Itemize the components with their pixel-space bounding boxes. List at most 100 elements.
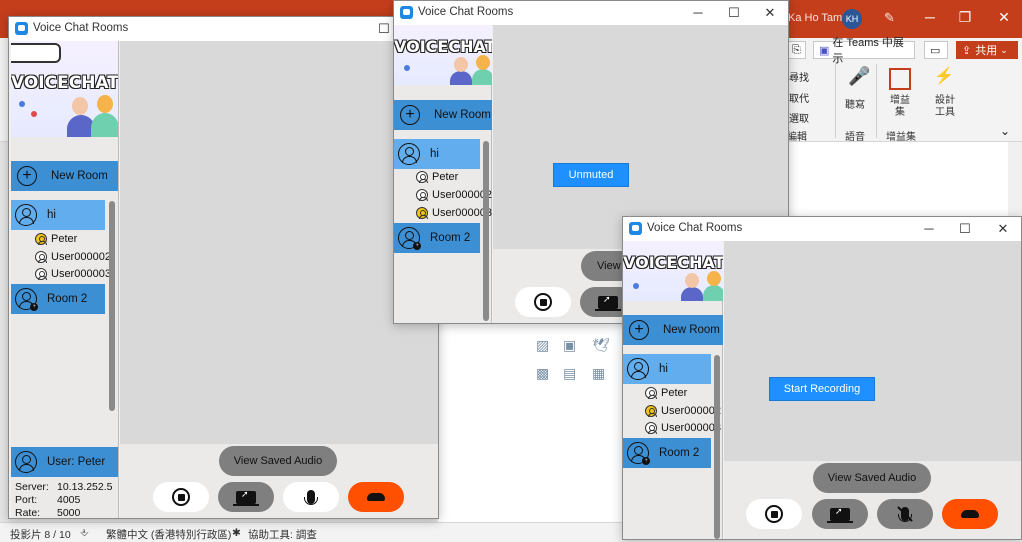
comments-button[interactable]: ▭ xyxy=(924,41,948,59)
status-accessibility[interactable]: 協助工具: 調查 xyxy=(248,527,317,542)
microphone-button[interactable] xyxy=(283,482,339,512)
window-titlebar[interactable]: Voice Chat Rooms ─ ☐ ✕ xyxy=(394,1,788,25)
room-item-room-2[interactable]: + Room 2 xyxy=(623,438,711,468)
window-titlebar[interactable]: Voice Chat Rooms ─ ☐ ✕ xyxy=(623,217,1021,241)
member-name: User000002 xyxy=(661,405,721,417)
decor-dot xyxy=(633,283,639,289)
close-icon[interactable]: ✕ xyxy=(994,9,1014,26)
person-head xyxy=(72,97,88,115)
person-graphic xyxy=(450,71,472,85)
status-language[interactable]: 繁體中文 (香港特別行政區) xyxy=(106,527,231,542)
addins-label[interactable]: 增益集 xyxy=(890,95,910,119)
sidebar: VOICECHAT + New Room hi Peter User000002… xyxy=(394,25,492,323)
app-icon xyxy=(629,222,642,235)
window-titlebar[interactable]: Voice Chat Rooms ☐ xyxy=(9,17,438,41)
pen-icon[interactable]: ✎ xyxy=(884,10,895,26)
plus-circle-icon: + xyxy=(629,320,649,340)
replace-button[interactable]: 取代 xyxy=(789,90,809,105)
new-room-label: New Room xyxy=(51,170,108,182)
decor-dot xyxy=(31,111,37,117)
room-name: Room 2 xyxy=(430,232,471,244)
avatar[interactable]: KH xyxy=(842,9,862,29)
start-recording-button[interactable]: Start Recording xyxy=(769,377,875,401)
select-button[interactable]: 選取 xyxy=(789,110,809,125)
view-saved-audio-button[interactable]: View Saved Audio xyxy=(219,446,337,476)
microphone-muted-button[interactable] xyxy=(877,499,933,529)
minimize-icon[interactable]: ─ xyxy=(919,221,939,236)
view-saved-audio-button[interactable]: View Saved Audio xyxy=(813,463,931,493)
room-item-hi[interactable]: hi xyxy=(394,139,480,169)
microphone-icon xyxy=(304,490,318,505)
dictate-icon[interactable]: 🎤 xyxy=(848,66,870,87)
member-item: User000003 xyxy=(416,207,492,219)
room-item-room-2[interactable]: + Room 2 xyxy=(394,223,480,253)
member-item: User000003 xyxy=(35,268,111,280)
room-list-scrollbar[interactable] xyxy=(109,201,115,411)
user-icon xyxy=(645,387,657,399)
share-button[interactable]: ⇪ 共用 ⌄ xyxy=(956,41,1018,59)
member-item: User000002 xyxy=(35,251,111,263)
restore-icon[interactable]: ❐ xyxy=(955,9,975,26)
rate-value: 5000 xyxy=(57,507,81,519)
dictate-label[interactable]: 聽寫 xyxy=(845,96,865,111)
person-head xyxy=(454,57,468,72)
current-user-badge: User: Peter xyxy=(11,447,118,477)
minimize-icon[interactable]: ─ xyxy=(688,5,708,20)
speaking-user-icon xyxy=(35,233,47,245)
voicechat-logo: VOICECHAT xyxy=(623,241,723,301)
hang-up-button[interactable] xyxy=(348,482,404,512)
stop-record-button[interactable] xyxy=(746,499,802,529)
room-item-hi[interactable]: hi xyxy=(623,354,711,384)
unmuted-button[interactable]: Unmuted xyxy=(553,163,629,187)
video-icon[interactable]: ▤ xyxy=(563,365,576,382)
room-item-room-2[interactable]: + Room 2 xyxy=(11,284,105,314)
user-circle-icon xyxy=(398,143,420,165)
user-circle-icon xyxy=(15,451,37,473)
table-icon[interactable]: ▦ xyxy=(592,365,605,382)
hang-up-button[interactable] xyxy=(942,499,998,529)
room-list-scrollbar[interactable] xyxy=(483,141,489,321)
member-item: Peter xyxy=(416,171,458,183)
main-panel xyxy=(120,41,438,444)
designer-label[interactable]: 設計工具 xyxy=(934,95,956,119)
accessibility-icon[interactable]: ✱ xyxy=(232,527,241,539)
sidebar: VOICECHAT + New Room hi Peter User000002… xyxy=(623,241,723,539)
image-icon[interactable]: ▩ xyxy=(536,365,549,382)
new-room-button[interactable]: + New Room xyxy=(394,100,492,130)
stop-record-button[interactable] xyxy=(515,287,571,317)
share-screen-button[interactable] xyxy=(218,482,274,512)
addins-icon[interactable] xyxy=(889,68,911,90)
close-icon[interactable]: ✕ xyxy=(760,5,780,21)
person-head xyxy=(707,271,721,286)
designer-icon[interactable]: ⚡ xyxy=(934,66,954,86)
room-name: hi xyxy=(430,148,439,160)
rate-label: Rate: xyxy=(15,507,41,519)
share-screen-button[interactable] xyxy=(812,499,868,529)
minimize-icon[interactable]: ─ xyxy=(920,9,940,25)
spell-icon[interactable]: ⎀ xyxy=(80,527,88,540)
teams-button[interactable]: ▣ 在 Teams 中展示 xyxy=(813,37,915,65)
addins-group-label: 增益集 xyxy=(886,132,916,143)
teams-icon: ▣ xyxy=(819,44,830,57)
plus-circle-icon: + xyxy=(17,166,37,186)
server-label: Server: xyxy=(15,481,49,493)
ribbon-collapse-icon[interactable]: ⌄ xyxy=(1000,124,1010,138)
close-icon[interactable]: ✕ xyxy=(993,221,1013,237)
stop-record-button[interactable] xyxy=(153,482,209,512)
ribbon-btn[interactable]: ⎘ xyxy=(786,41,806,59)
picture-icon[interactable]: ▨ xyxy=(536,337,549,354)
new-room-button[interactable]: + New Room xyxy=(623,315,723,345)
maximize-icon[interactable]: ☐ xyxy=(955,221,975,237)
icons-icon[interactable]: 🕊 xyxy=(592,337,610,354)
user-circle-icon xyxy=(627,358,649,380)
room-item-hi[interactable]: hi xyxy=(11,200,105,230)
screenshot-icon[interactable]: ▣ xyxy=(563,337,576,354)
maximize-icon[interactable]: ☐ xyxy=(724,5,744,21)
room-name: hi xyxy=(659,363,668,375)
voice-chat-window-1: Voice Chat Rooms ☐ VOICECHAT + New Room … xyxy=(8,16,439,519)
view-saved-audio-label: View Saved Audio xyxy=(233,455,323,467)
new-room-button[interactable]: + New Room xyxy=(11,161,118,191)
find-button[interactable]: 尋找 xyxy=(789,69,809,84)
room-list-scrollbar[interactable] xyxy=(714,355,720,539)
maximize-icon[interactable]: ☐ xyxy=(374,21,394,37)
